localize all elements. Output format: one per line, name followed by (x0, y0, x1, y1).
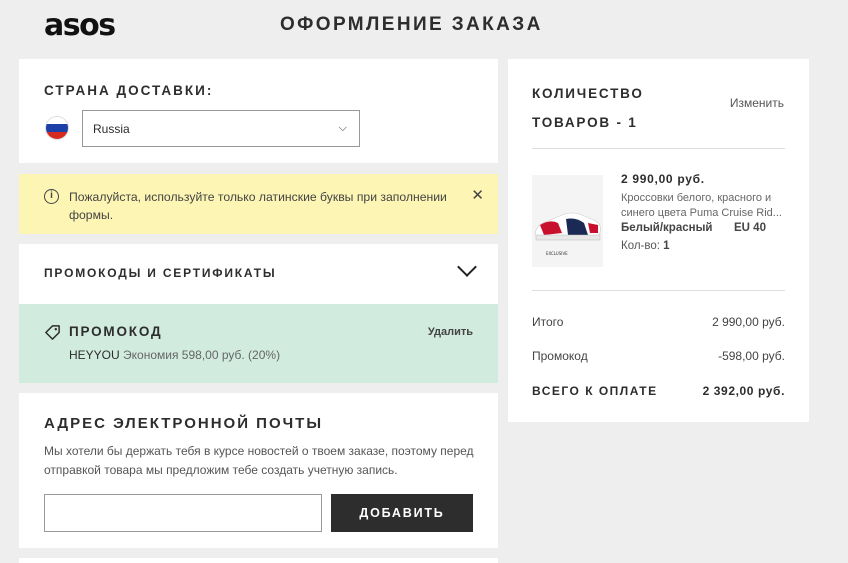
chevron-down-icon: ⌵ (338, 122, 347, 134)
page-title: ОФОРМЛЕНИЕ ЗАКАЗА (280, 14, 543, 35)
promo-discount-value: -598,00 руб. (718, 349, 785, 363)
asos-logo[interactable]: asos (44, 8, 116, 43)
grand-total-label: ВСЕГО К ОПЛАТЕ (532, 384, 658, 398)
subtotal-row: Итого 2 990,00 руб. (532, 315, 785, 329)
tag-icon (45, 325, 60, 340)
product-image[interactable]: EXCLUSIVE (532, 175, 603, 267)
remove-promo-link[interactable]: Удалить (428, 326, 473, 338)
delivery-country-card: СТРАНА ДОСТАВКИ: Russia ⌵ (19, 59, 498, 163)
item-quantity-label: Кол-во: (621, 240, 660, 252)
grand-total-row: ВСЕГО К ОПЛАТЕ 2 392,00 руб. (532, 384, 785, 398)
item-quantity: Кол-во: 1 (621, 240, 670, 252)
promo-saving: Экономия 598,00 руб. (20%) (123, 348, 281, 362)
close-icon[interactable]: ✕ (471, 186, 484, 204)
promo-codes-toggle[interactable]: ПРОМОКОДЫ И СЕРТИФИКАТЫ (19, 244, 498, 304)
promo-codes-heading: ПРОМОКОДЫ И СЕРТИФИКАТЫ (44, 266, 277, 280)
order-summary: КОЛИЧЕСТВО ТОВАРОВ - 1 Изменить EXCLUSIV… (508, 59, 809, 422)
item-name[interactable]: Кроссовки белого, красного и синего цвет… (621, 191, 791, 221)
item-size: EU 40 (734, 222, 766, 234)
latin-letters-warning: i Пожалуйста, используйте только латинск… (19, 174, 498, 234)
warning-text: Пожалуйста, используйте только латинские… (69, 190, 447, 222)
chevron-down-icon (457, 257, 477, 277)
item-price: 2 990,00 руб. (621, 172, 705, 186)
item-quantity-value: 1 (663, 240, 670, 252)
item-count-heading: КОЛИЧЕСТВО ТОВАРОВ - 1 (532, 86, 644, 130)
sneaker-image: EXCLUSIVE (532, 175, 603, 267)
country-select[interactable]: Russia ⌵ (82, 110, 360, 147)
add-email-button[interactable]: ДОБАВИТЬ (331, 494, 473, 532)
country-select-value: Russia (93, 122, 130, 136)
email-description: Мы хотели бы держать тебя в курсе новост… (44, 444, 474, 477)
next-section-card (19, 558, 498, 563)
promo-code-label: ПРОМОКОД (69, 324, 163, 339)
applied-promo-code: ПРОМОКОД Удалить HEYYOU Экономия 598,00 … (19, 304, 498, 383)
delivery-country-heading: СТРАНА ДОСТАВКИ: (44, 83, 214, 98)
email-heading: АДРЕС ЭЛЕКТРОННОЙ ПОЧТЫ (44, 415, 323, 432)
divider (532, 290, 785, 291)
email-input[interactable] (44, 494, 322, 532)
change-bag-link[interactable]: Изменить (730, 96, 784, 110)
promo-code-details: HEYYOU Экономия 598,00 руб. (20%) (69, 348, 280, 362)
subtotal-label: Итого (532, 315, 564, 329)
russia-flag-icon (45, 116, 69, 140)
promo-code-value: HEYYOU (69, 348, 120, 362)
item-color: Белый/красный (621, 222, 713, 234)
product-image-caption: EXCLUSIVE (546, 251, 568, 256)
subtotal-value: 2 990,00 руб. (712, 315, 785, 329)
promo-discount-row: Промокод -598,00 руб. (532, 349, 785, 363)
email-card: АДРЕС ЭЛЕКТРОННОЙ ПОЧТЫ Мы хотели бы дер… (19, 393, 498, 548)
promo-discount-label: Промокод (532, 349, 588, 363)
grand-total-value: 2 392,00 руб. (702, 384, 785, 398)
info-icon: i (44, 189, 59, 204)
divider (532, 148, 785, 149)
